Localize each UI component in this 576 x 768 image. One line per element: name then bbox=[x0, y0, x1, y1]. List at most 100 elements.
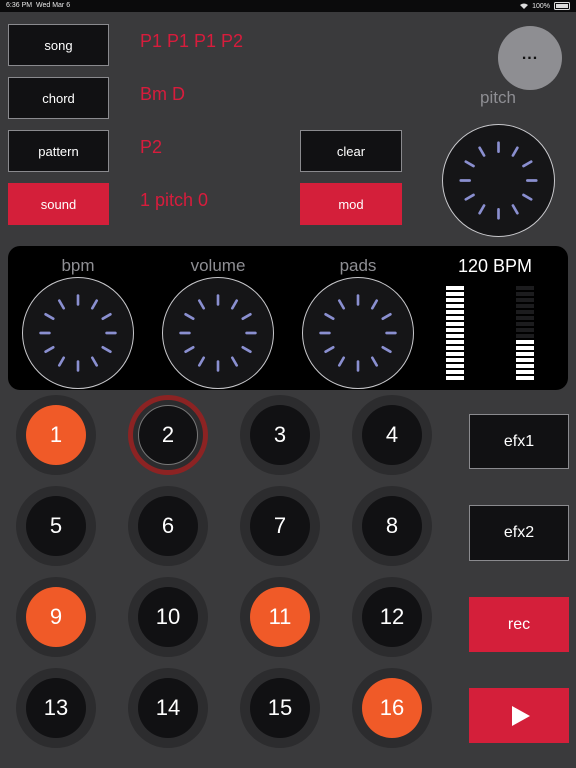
meter-segment bbox=[446, 376, 464, 380]
pad-15[interactable]: 15 bbox=[250, 678, 310, 738]
meter-segment bbox=[446, 334, 464, 338]
meter-segment bbox=[516, 358, 534, 362]
pattern-button[interactable]: pattern bbox=[8, 130, 109, 172]
status-time: 6:36 PM bbox=[6, 2, 33, 9]
battery-icon bbox=[554, 2, 570, 10]
knob-tick bbox=[90, 299, 99, 310]
more-button[interactable]: ... bbox=[498, 26, 562, 90]
knob-tick bbox=[241, 345, 252, 354]
knob-tick bbox=[522, 193, 533, 201]
knob-tick bbox=[381, 312, 392, 321]
pad-9[interactable]: 9 bbox=[26, 587, 86, 647]
mod-button[interactable]: mod bbox=[300, 183, 402, 225]
meter-segment bbox=[516, 286, 534, 290]
meter-segment bbox=[516, 328, 534, 332]
song-button[interactable]: song bbox=[8, 24, 109, 66]
chord-button[interactable]: chord bbox=[8, 77, 109, 119]
pad-1[interactable]: 1 bbox=[26, 405, 86, 465]
meter-segment bbox=[516, 310, 534, 314]
song-value: P1 P1 P1 P2 bbox=[140, 31, 244, 51]
pads-label: pads bbox=[339, 256, 377, 275]
meter-segment bbox=[516, 346, 534, 350]
pad-10[interactable]: 10 bbox=[138, 587, 198, 647]
pad-2[interactable]: 2 bbox=[138, 405, 198, 465]
play-button[interactable] bbox=[469, 688, 569, 743]
play-icon bbox=[512, 705, 530, 726]
knob-tick bbox=[44, 345, 55, 354]
knob-tick bbox=[522, 160, 533, 168]
knob-tick bbox=[230, 299, 239, 310]
wifi-icon bbox=[520, 3, 529, 9]
clear-button[interactable]: clear bbox=[300, 130, 402, 172]
meter-segment bbox=[446, 370, 464, 374]
meter-segment bbox=[446, 304, 464, 308]
pitch-knob-ticks bbox=[459, 141, 538, 220]
battery-percent: 100% bbox=[532, 2, 550, 10]
efx2-button[interactable]: efx2 bbox=[469, 505, 569, 561]
meter-segment bbox=[516, 298, 534, 302]
knob-tick bbox=[184, 312, 195, 321]
pads-knob[interactable] bbox=[302, 277, 414, 389]
meter-segment bbox=[516, 292, 534, 296]
pad-13[interactable]: 13 bbox=[26, 678, 86, 738]
meter-segment bbox=[446, 286, 464, 290]
more-icon: ... bbox=[521, 46, 539, 63]
pad-ring: 2 bbox=[128, 395, 208, 475]
meter-segment bbox=[516, 316, 534, 320]
pad-5[interactable]: 5 bbox=[26, 496, 86, 556]
pad-ring: 13 bbox=[16, 668, 96, 748]
pitch-label: pitch bbox=[480, 88, 516, 107]
pad-12[interactable]: 12 bbox=[362, 587, 422, 647]
meter-segment bbox=[516, 352, 534, 356]
pad-ring: 10 bbox=[128, 577, 208, 657]
bpm-knob[interactable] bbox=[22, 277, 134, 389]
knob-tick bbox=[370, 356, 379, 367]
level-meter-left bbox=[446, 286, 464, 382]
knob-tick bbox=[101, 312, 112, 321]
pad-6[interactable]: 6 bbox=[138, 496, 198, 556]
knob-tick bbox=[44, 312, 55, 321]
status-right: 100% bbox=[520, 2, 570, 10]
pad-3[interactable]: 3 bbox=[250, 405, 310, 465]
pad-8[interactable]: 8 bbox=[362, 496, 422, 556]
knob-tick bbox=[337, 356, 346, 367]
bpm-knob-ticks bbox=[39, 294, 117, 372]
knob-tick bbox=[337, 299, 346, 310]
pad-16[interactable]: 16 bbox=[362, 678, 422, 738]
rec-button[interactable]: rec bbox=[469, 597, 569, 652]
meter-segment bbox=[446, 346, 464, 350]
pads-knob-ticks bbox=[319, 294, 397, 372]
pad-11[interactable]: 11 bbox=[250, 587, 310, 647]
meter-segment bbox=[446, 352, 464, 356]
knob-tick bbox=[511, 204, 519, 215]
sound-button[interactable]: sound bbox=[8, 183, 109, 225]
chord-value: Bm D bbox=[140, 84, 185, 104]
knob-tick bbox=[101, 345, 112, 354]
knob-tick bbox=[381, 345, 392, 354]
pitch-knob[interactable] bbox=[442, 124, 555, 237]
pad-ring: 12 bbox=[352, 577, 432, 657]
meter-segment bbox=[446, 340, 464, 344]
knob-tick bbox=[511, 146, 519, 157]
meter-segment bbox=[516, 376, 534, 380]
pad-ring: 3 bbox=[240, 395, 320, 475]
volume-knob[interactable] bbox=[162, 277, 274, 389]
meter-segment bbox=[516, 334, 534, 338]
meter-segment bbox=[446, 364, 464, 368]
knob-tick bbox=[184, 345, 195, 354]
efx1-button[interactable]: efx1 bbox=[469, 414, 569, 469]
meter-segment bbox=[516, 322, 534, 326]
meter-segment bbox=[446, 358, 464, 362]
pad-ring: 7 bbox=[240, 486, 320, 566]
volume-knob-ticks bbox=[179, 294, 257, 372]
status-bar: 6:36 PM Wed Mar 6 100% bbox=[0, 0, 576, 12]
pad-4[interactable]: 4 bbox=[362, 405, 422, 465]
pad-ring: 5 bbox=[16, 486, 96, 566]
pad-ring: 9 bbox=[16, 577, 96, 657]
knob-tick bbox=[478, 204, 486, 215]
pad-7[interactable]: 7 bbox=[250, 496, 310, 556]
knob-tick bbox=[241, 312, 252, 321]
pad-14[interactable]: 14 bbox=[138, 678, 198, 738]
pad-ring: 15 bbox=[240, 668, 320, 748]
pad-ring: 4 bbox=[352, 395, 432, 475]
